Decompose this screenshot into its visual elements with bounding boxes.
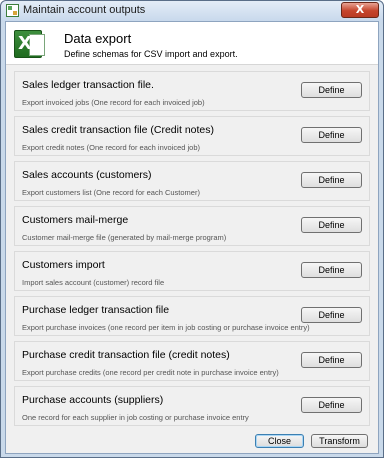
section-purchase-credit: Purchase credit transaction file (credit… [14,341,370,381]
section-description: Export credit notes (One record for each… [22,143,201,152]
dialog-window: Maintain account outputs X X Data export… [0,0,384,458]
section-sales-credit: Sales credit transaction file (Credit no… [14,116,370,156]
close-button[interactable]: Close [255,434,304,448]
section-title: Sales ledger transaction file. [22,79,154,91]
section-description: Export purchase credits (one record per … [22,368,279,377]
section-description: Customer mail-merge file (generated by m… [22,233,227,242]
section-title: Purchase credit transaction file (credit… [22,349,230,361]
app-icon [6,4,19,17]
section-description: Import sales account (customer) record f… [22,278,165,287]
section-title: Customers import [22,259,105,271]
section-title: Customers mail-merge [22,214,129,226]
section-title: Purchase ledger transaction file [22,304,170,316]
section-description: Export customers list (One record for ea… [22,188,200,197]
define-customers-import-button[interactable]: Define [301,262,362,278]
define-sales-credit-button[interactable]: Define [301,127,362,143]
section-title: Purchase accounts (suppliers) [22,394,164,406]
section-sales-ledger: Sales ledger transaction file. Export in… [14,71,370,111]
excel-icon: X [14,30,45,58]
title-bar[interactable]: Maintain account outputs X [1,1,383,21]
define-purchase-credit-button[interactable]: Define [301,352,362,368]
page-subtitle: Define schemas for CSV import and export… [64,49,238,59]
define-sales-accounts-button[interactable]: Define [301,172,362,188]
define-customers-mail-merge-button[interactable]: Define [301,217,362,233]
define-sales-ledger-button[interactable]: Define [301,82,362,98]
section-purchase-accounts: Purchase accounts (suppliers) One record… [14,386,370,426]
window-close-button[interactable]: X [341,2,379,18]
section-description: Export purchase invoices (one record per… [22,323,310,332]
window-title: Maintain account outputs [23,4,146,16]
section-title: Sales credit transaction file (Credit no… [22,124,214,136]
define-purchase-accounts-button[interactable]: Define [301,397,362,413]
section-title: Sales accounts (customers) [22,169,152,181]
transform-button[interactable]: Transform [311,434,368,448]
dialog-body: X Data export Define schemas for CSV imp… [5,21,379,454]
page-title: Data export [64,31,132,46]
section-purchase-ledger: Purchase ledger transaction file Export … [14,296,370,336]
section-description: Export invoiced jobs (One record for eac… [22,98,205,107]
section-sales-accounts: Sales accounts (customers) Export custom… [14,161,370,201]
header-banner: X Data export Define schemas for CSV imp… [6,22,378,65]
define-purchase-ledger-button[interactable]: Define [301,307,362,323]
section-description: One record for each supplier in job cost… [22,413,249,422]
section-customers-mail-merge: Customers mail-merge Customer mail-merge… [14,206,370,246]
section-customers-import: Customers import Import sales account (c… [14,251,370,291]
